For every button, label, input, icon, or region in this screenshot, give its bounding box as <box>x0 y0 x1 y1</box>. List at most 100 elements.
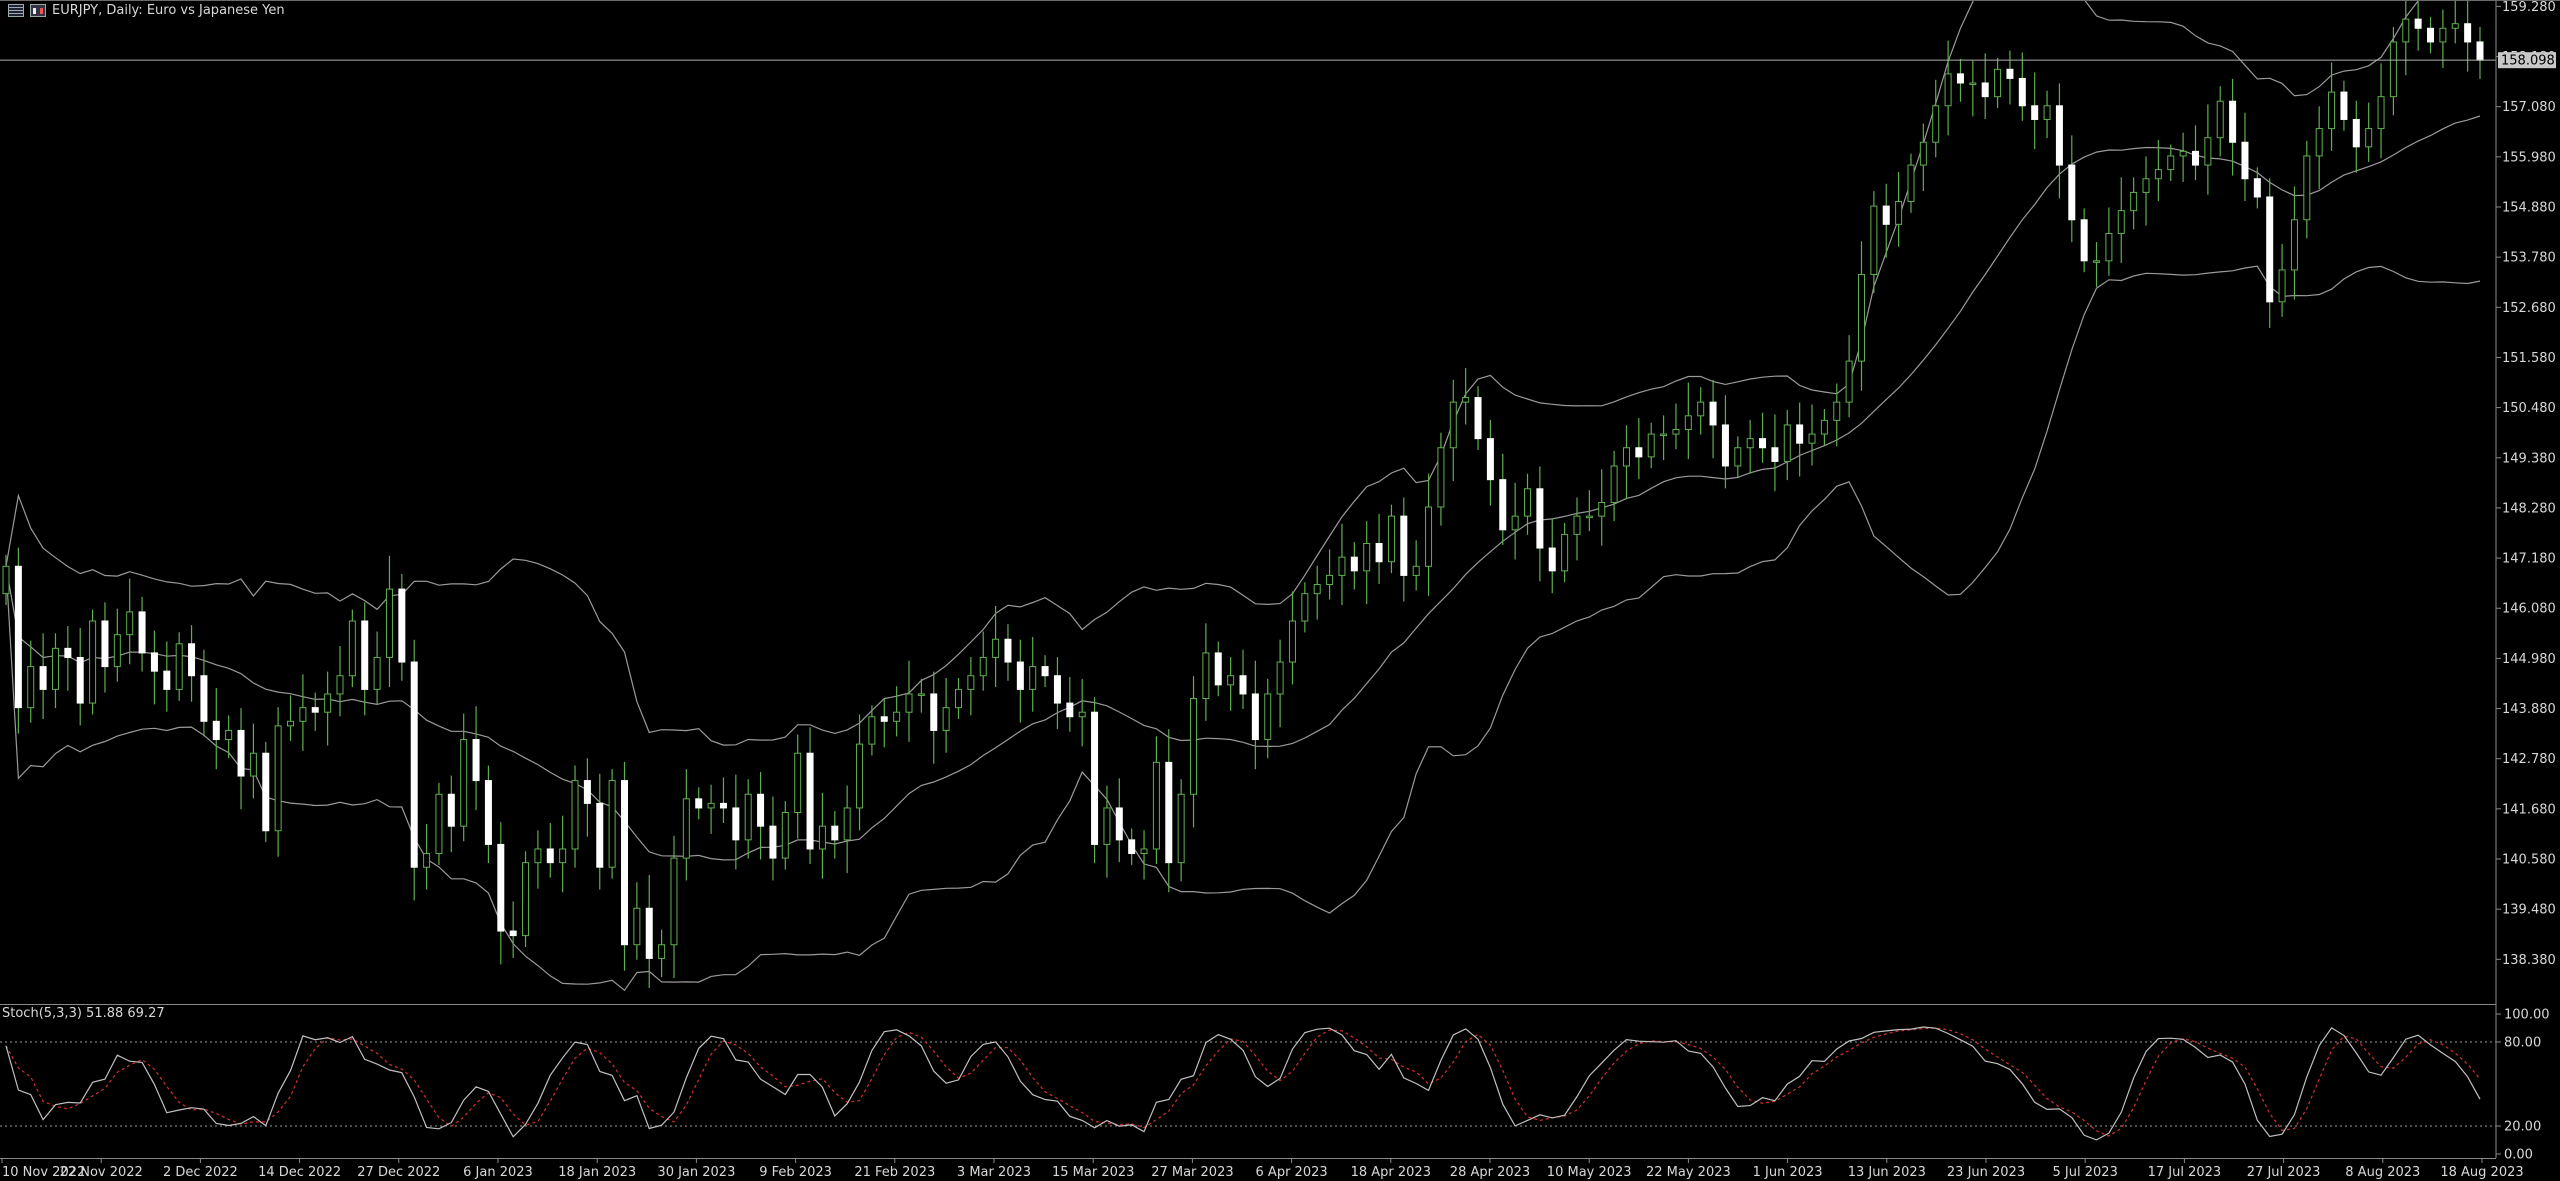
candle-body <box>732 807 740 841</box>
candle-body <box>880 716 888 722</box>
candle-body <box>1721 424 1729 467</box>
candle-body <box>27 666 35 709</box>
time-tick-label: 22 Nov 2022 <box>60 1165 143 1180</box>
candle-body <box>497 843 505 932</box>
candle-body <box>1103 807 1111 845</box>
candle-body <box>2402 18 2410 43</box>
candle-body <box>398 588 406 663</box>
candle-body <box>1820 419 1828 435</box>
time-tick-label: 27 Jul 2023 <box>2247 1165 2321 1180</box>
candle-body <box>1647 433 1655 458</box>
candle-body <box>2328 91 2336 130</box>
time-tick-label: 2 Dec 2022 <box>163 1165 238 1180</box>
candle-body <box>1919 141 1927 166</box>
chart-type-icon[interactable] <box>30 3 46 17</box>
candle-body <box>1709 401 1717 426</box>
candle-body <box>175 643 183 690</box>
candle-body <box>1499 479 1507 531</box>
time-tick-label: 5 Jul 2023 <box>2053 1165 2118 1180</box>
time-tick-label: 8 Aug 2023 <box>2345 1165 2420 1180</box>
candle-body <box>917 693 925 696</box>
candle-body <box>2055 105 2063 166</box>
candle-body <box>954 688 962 709</box>
candle-body <box>1573 515 1581 535</box>
symbol-list-icon[interactable] <box>8 3 24 17</box>
candle-body <box>1796 424 1804 444</box>
candle-body <box>2080 219 2088 262</box>
price-chart[interactable]: 159.280158.180157.080155.980154.880153.7… <box>0 0 2560 1181</box>
candle-body <box>200 675 208 722</box>
candle-body <box>2167 155 2175 171</box>
price-tick-label: 159.280 <box>2502 0 2556 15</box>
candle-body <box>1078 711 1086 718</box>
candle-body <box>423 853 431 868</box>
candle-body <box>2117 210 2125 234</box>
time-tick-label: 23 Jun 2023 <box>1947 1165 2025 1180</box>
candle-body <box>1276 661 1284 695</box>
candle-body <box>2266 196 2274 303</box>
candle <box>410 639 418 901</box>
time-tick-label: 6 Apr 2023 <box>1256 1165 1328 1180</box>
price-tick-label: 146.080 <box>2502 602 2556 617</box>
candle-body <box>385 588 393 658</box>
candle-body <box>893 711 901 722</box>
candle-body <box>1313 584 1321 595</box>
candle-body <box>1375 542 1383 563</box>
candle-body <box>930 693 938 731</box>
candle-body <box>1264 693 1272 741</box>
candle-body <box>1190 698 1198 795</box>
candle-body <box>571 780 579 850</box>
candle-body <box>1152 761 1160 850</box>
candle-body <box>2204 137 2212 166</box>
candle-body <box>583 780 591 804</box>
candle <box>348 609 356 688</box>
candle-body <box>1066 702 1074 718</box>
candle-body <box>39 666 47 690</box>
price-tick-label: 150.480 <box>2502 401 2556 416</box>
candle-body <box>1660 433 1668 437</box>
candle-body <box>2278 269 2286 303</box>
price-tick-label: 138.380 <box>2502 953 2556 968</box>
candle-body <box>299 707 307 722</box>
candle-body <box>658 944 666 959</box>
chart-background <box>0 0 2560 1181</box>
candle-body <box>287 720 295 727</box>
price-tick-label: 155.980 <box>2502 150 2556 165</box>
price-tick-label: 151.580 <box>2502 351 2556 366</box>
time-tick-label: 27 Mar 2023 <box>1151 1165 1233 1180</box>
candle-body <box>1759 438 1767 449</box>
candle <box>435 782 443 865</box>
candle-body <box>2439 27 2447 43</box>
stoch-tick-label: 0.00 <box>2504 1148 2533 1163</box>
chart-header: EURJPY, Daily: Euro vs Japanese Yen <box>0 0 285 20</box>
time-tick-label: 27 Dec 2022 <box>357 1165 440 1180</box>
candle-body <box>2093 260 2101 263</box>
candle-body <box>2352 118 2360 148</box>
candle-body <box>2451 23 2459 29</box>
candle-body <box>348 620 356 677</box>
candle-body <box>76 656 84 704</box>
candle <box>608 769 616 879</box>
candle-body <box>410 661 418 868</box>
candle-body <box>163 670 171 690</box>
candle-body <box>262 752 270 832</box>
candle-body <box>150 652 158 672</box>
candle-body <box>818 825 826 850</box>
candle-body <box>979 656 987 677</box>
candle-body <box>794 752 802 814</box>
candle-body <box>2464 23 2472 43</box>
time-tick-label: 15 Mar 2023 <box>1052 1165 1134 1180</box>
candle-body <box>633 907 641 946</box>
time-tick-label: 17 Jul 2023 <box>2148 1165 2222 1180</box>
candle-body <box>1363 542 1371 572</box>
time-tick-label: 9 Feb 2023 <box>759 1165 832 1180</box>
time-tick-label: 21 Feb 2023 <box>854 1165 935 1180</box>
candle-body <box>1474 397 1482 440</box>
candle-body <box>324 693 332 713</box>
price-tick-label: 144.980 <box>2502 652 2556 667</box>
candle-body <box>249 752 257 777</box>
candle-body <box>2043 105 2051 120</box>
candle-body <box>2365 128 2373 148</box>
candle <box>89 609 97 715</box>
candle-body <box>1301 593 1309 622</box>
